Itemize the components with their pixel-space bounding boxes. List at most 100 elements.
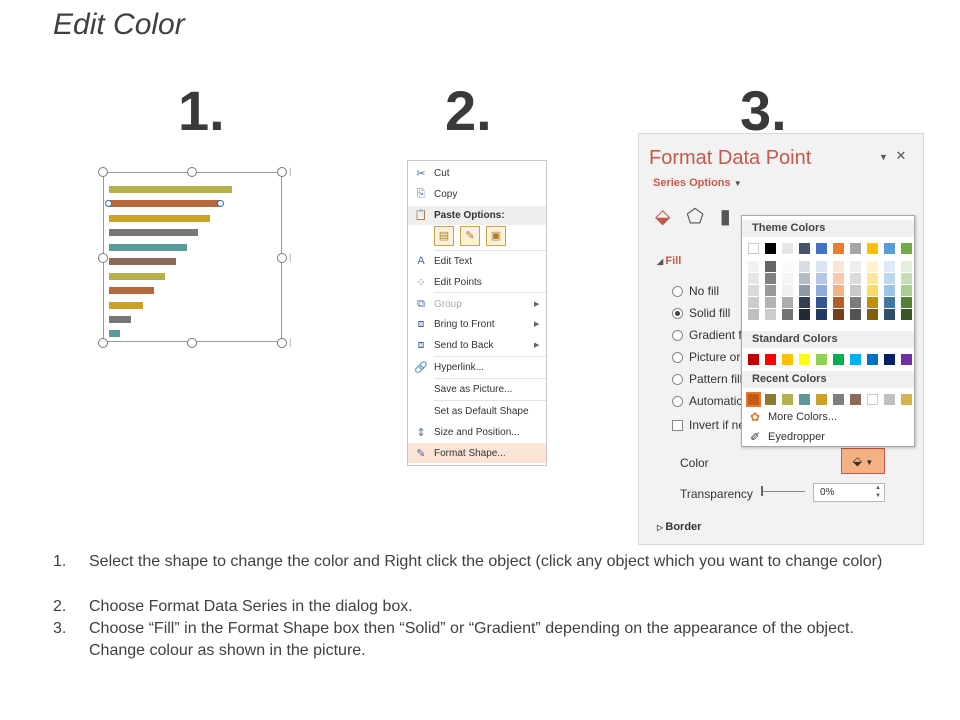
theme-color-shade-swatch[interactable] [867, 297, 878, 308]
theme-color-shade-swatch[interactable] [765, 273, 776, 284]
theme-color-shade-swatch[interactable] [850, 261, 861, 272]
fill-color-button[interactable]: ⬙ ▼ [841, 448, 885, 474]
radio-button[interactable] [672, 307, 683, 319]
radio-button[interactable] [672, 285, 683, 297]
menu-item-save-as-picture[interactable]: Save as Picture... [408, 379, 546, 399]
theme-color-swatch[interactable] [833, 243, 844, 254]
theme-color-shade-swatch[interactable] [782, 273, 793, 284]
theme-color-shade-swatch[interactable] [765, 297, 776, 308]
theme-color-shade-swatch[interactable] [867, 285, 878, 296]
radio-button[interactable] [672, 373, 683, 385]
paste-merge-format-icon[interactable]: ✎ [460, 226, 480, 246]
theme-color-shade-swatch[interactable] [748, 261, 759, 272]
pane-options-icon[interactable]: ▼ [879, 152, 888, 162]
theme-color-swatch[interactable] [782, 243, 793, 254]
theme-color-shade-swatch[interactable] [850, 285, 861, 296]
theme-color-shade-swatch[interactable] [901, 285, 912, 296]
theme-color-shade-swatch[interactable] [748, 309, 759, 320]
theme-color-shade-swatch[interactable] [867, 309, 878, 320]
chart-bar[interactable] [109, 186, 232, 193]
theme-color-shade-swatch[interactable] [833, 285, 844, 296]
point-handle[interactable] [105, 200, 112, 207]
radio-solid-fill[interactable]: Solid fill [672, 306, 730, 320]
point-handle[interactable] [217, 200, 224, 207]
theme-color-swatch[interactable] [867, 243, 878, 254]
transparency-input[interactable]: 0% ▲ ▼ [813, 483, 885, 502]
theme-color-shade-swatch[interactable] [816, 261, 827, 272]
fill-line-icon[interactable]: ⬙ [655, 204, 670, 229]
resize-handle[interactable] [98, 167, 108, 177]
theme-color-shade-swatch[interactable] [765, 261, 776, 272]
series-options-icon[interactable]: ▮ [720, 204, 731, 229]
effects-icon[interactable]: ⬠ [686, 204, 703, 229]
theme-color-shade-swatch[interactable] [748, 297, 759, 308]
standard-color-swatch[interactable] [867, 354, 878, 365]
radio-button[interactable] [672, 329, 683, 341]
chart-bar[interactable] [109, 273, 165, 280]
checkbox-invert[interactable]: Invert if ne [672, 418, 745, 432]
radio-gradient-fill[interactable]: Gradient fi [672, 328, 744, 342]
chart-bar[interactable] [109, 287, 154, 294]
chart-bar[interactable] [109, 258, 176, 265]
radio-picture-fill[interactable]: Picture or [672, 350, 740, 364]
theme-color-swatch[interactable] [748, 243, 759, 254]
recent-color-swatch[interactable] [799, 394, 810, 405]
close-icon[interactable]: ✕ [896, 148, 907, 163]
theme-color-shade-swatch[interactable] [833, 297, 844, 308]
chart-bar-selected[interactable] [109, 200, 220, 207]
theme-color-shade-swatch[interactable] [884, 261, 895, 272]
resize-handle[interactable] [98, 253, 108, 263]
radio-button[interactable] [672, 395, 683, 407]
recent-color-swatch[interactable] [901, 394, 912, 405]
standard-color-swatch[interactable] [833, 354, 844, 365]
recent-color-swatch[interactable] [867, 394, 878, 405]
theme-color-shade-swatch[interactable] [884, 273, 895, 284]
more-colors-item[interactable]: ✿ More Colors... [746, 410, 837, 424]
theme-color-shade-swatch[interactable] [833, 261, 844, 272]
standard-color-swatch[interactable] [765, 354, 776, 365]
recent-color-swatch[interactable] [884, 394, 895, 405]
paste-picture-icon[interactable]: ▣ [486, 226, 506, 246]
chart-bar[interactable] [109, 229, 198, 236]
menu-item-copy[interactable]: ⎘ Copy [408, 184, 546, 204]
theme-color-shade-swatch[interactable] [867, 273, 878, 284]
resize-handle[interactable] [187, 338, 197, 348]
menu-item-hyperlink[interactable]: 🔗 Hyperlink... [408, 357, 546, 377]
theme-color-swatch[interactable] [850, 243, 861, 254]
theme-color-shade-swatch[interactable] [799, 297, 810, 308]
theme-color-shade-swatch[interactable] [884, 285, 895, 296]
theme-color-shade-swatch[interactable] [816, 297, 827, 308]
theme-color-shade-swatch[interactable] [782, 297, 793, 308]
menu-item-cut[interactable]: ✂ Cut [408, 163, 546, 183]
theme-color-shade-swatch[interactable] [901, 297, 912, 308]
resize-handle[interactable] [277, 167, 287, 177]
resize-handle[interactable] [277, 338, 287, 348]
standard-color-swatch[interactable] [884, 354, 895, 365]
paste-keep-source-icon[interactable]: ▤ [434, 226, 454, 246]
theme-color-shade-swatch[interactable] [748, 285, 759, 296]
recent-color-swatch[interactable] [765, 394, 776, 405]
menu-item-bring-to-front[interactable]: ⧈ Bring to Front ▶ [408, 314, 546, 334]
recent-color-swatch[interactable] [833, 394, 844, 405]
recent-color-swatch[interactable] [746, 392, 761, 407]
menu-item-set-default-shape[interactable]: Set as Default Shape [408, 401, 546, 421]
resize-handle[interactable] [277, 253, 287, 263]
radio-automatic[interactable]: Automatic [672, 394, 742, 408]
fill-section-header[interactable]: ◢ Fill [657, 255, 681, 267]
resize-handle[interactable] [187, 167, 197, 177]
theme-color-shade-swatch[interactable] [850, 309, 861, 320]
eyedropper-item[interactable]: ✐ Eyedropper [746, 430, 825, 444]
theme-color-shade-swatch[interactable] [833, 273, 844, 284]
chart-bar[interactable] [109, 316, 131, 323]
border-section-header[interactable]: ▷ Border [657, 521, 701, 533]
spinner-arrows-icon[interactable]: ▲ ▼ [875, 484, 881, 500]
theme-color-shade-swatch[interactable] [850, 297, 861, 308]
radio-no-fill[interactable]: No fill [672, 284, 719, 298]
transparency-slider[interactable] [763, 491, 805, 492]
theme-color-shade-swatch[interactable] [799, 309, 810, 320]
theme-color-shade-swatch[interactable] [816, 285, 827, 296]
theme-color-swatch[interactable] [765, 243, 776, 254]
standard-color-swatch[interactable] [748, 354, 759, 365]
resize-handle[interactable] [98, 338, 108, 348]
theme-color-shade-swatch[interactable] [867, 261, 878, 272]
